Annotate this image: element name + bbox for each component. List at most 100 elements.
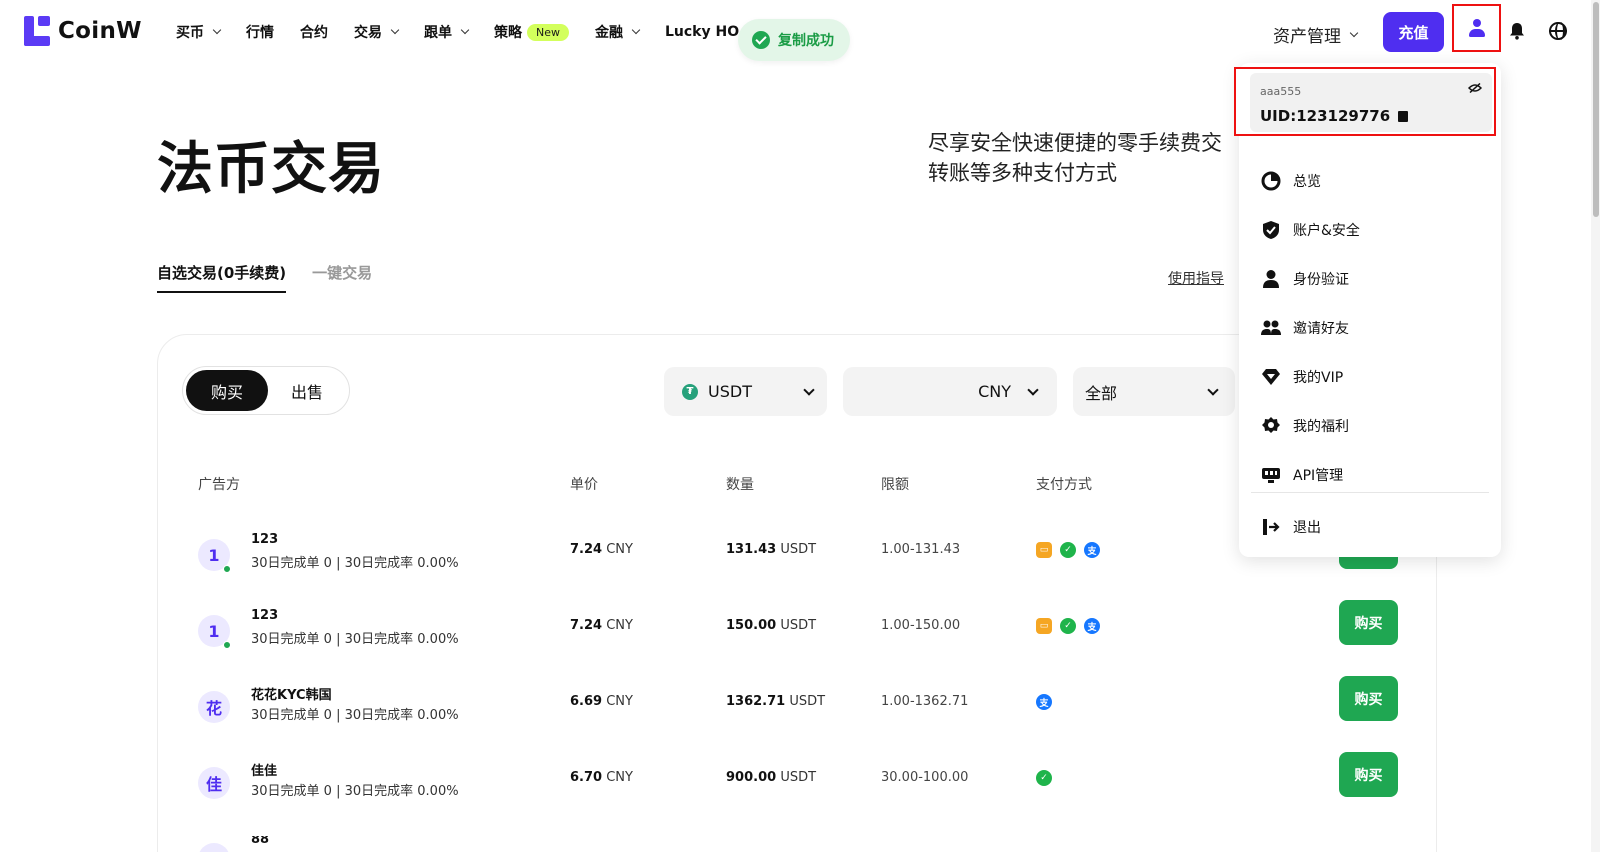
table-row: 1 123 30日完成单 0 | 30日完成率 0.00% 7.24 CNY 1… [198, 600, 1398, 680]
buy-button[interactable]: 购买 [1339, 600, 1398, 645]
coin-select[interactable]: ₮ USDT [664, 367, 827, 416]
usdt-icon: ₮ [682, 383, 698, 400]
wechat-icon: ✓ [1060, 618, 1076, 634]
page-subtitle: 尽享安全快速便捷的零手续费交 转账等多种支付方式 [928, 131, 1222, 185]
menu-item-vip[interactable]: 我的VIP [1261, 352, 1360, 401]
deposit-button[interactable]: 充值 [1383, 12, 1444, 52]
menu-divider [1251, 492, 1489, 493]
quantity-cell: 131.43 USDT [726, 542, 817, 557]
chevron-down-icon [1349, 28, 1359, 37]
nav-item-copy-trade[interactable]: 跟单 [424, 22, 470, 42]
advertiser-name[interactable]: 123 [251, 608, 278, 623]
buy-button[interactable]: 购买 [1339, 752, 1398, 797]
tab-quick-trade[interactable]: 一键交易 [312, 262, 372, 293]
price-cell: 7.24 CNY [570, 542, 633, 557]
alipay-icon: 支 [1084, 618, 1100, 634]
table-row: 8 88 [198, 836, 1398, 852]
advertiser-name[interactable]: 花花KYC韩国 [251, 684, 332, 703]
advertiser-name[interactable]: 123 [251, 532, 278, 547]
eye-off-icon[interactable] [1468, 83, 1482, 93]
limit-cell: 1.00-131.43 [881, 542, 961, 557]
advertiser-name[interactable]: 佳佳 [251, 760, 277, 779]
chevron-down-icon [1027, 383, 1039, 396]
table-row: 花 花花KYC韩国 30日完成单 0 | 30日完成率 0.00% 6.69 C… [198, 676, 1398, 756]
price-cell: 6.69 CNY [570, 694, 633, 709]
avatar: 8 [198, 843, 230, 852]
username: aaa555 [1260, 85, 1302, 98]
limit-cell: 1.00-1362.71 [881, 694, 969, 709]
advertiser-stats: 30日完成单 0 | 30日完成率 0.00% [251, 708, 459, 723]
advertiser-stats: 30日完成单 0 | 30日完成率 0.00% [251, 632, 459, 647]
toast-text: 复制成功 [778, 33, 834, 49]
copy-icon[interactable] [1398, 111, 1409, 122]
copy-success-toast: 复制成功 [738, 19, 850, 61]
menu-item-invite[interactable]: 邀请好友 [1261, 303, 1360, 352]
wechat-icon: ✓ [1060, 542, 1076, 558]
menu-item-identity[interactable]: 身份验证 [1261, 254, 1360, 303]
alipay-icon: 支 [1084, 542, 1100, 558]
diamond-icon [1262, 368, 1280, 385]
user-menu-list: 总览 账户&安全 身份验证 邀请好友 我的VIP 我的福利 API管理 [1261, 156, 1360, 499]
chevron-down-icon [460, 25, 470, 35]
bell-icon[interactable] [1509, 22, 1525, 40]
chevron-down-icon [212, 25, 222, 35]
chevron-down-icon [631, 25, 641, 35]
header-payment: 支付方式 [1036, 477, 1092, 493]
chevron-down-icon [803, 383, 815, 396]
avatar: 花 [198, 691, 230, 723]
payment-methods: ▭ ✓ 支 [1036, 542, 1100, 558]
nav-item-buy-coin[interactable]: 买币 [176, 22, 222, 42]
price-cell: 7.24 CNY [570, 618, 633, 633]
uid-highlight: aaa555 UID:123129776 [1234, 67, 1496, 136]
nav-item-lucky[interactable]: Lucky HO [665, 24, 739, 40]
nav-item-finance[interactable]: 金融 [595, 22, 641, 42]
advertiser-name[interactable]: 88 [251, 836, 269, 847]
buy-button[interactable]: 购买 [1339, 676, 1398, 721]
table-row: 1 123 30日完成单 0 | 30日完成率 0.00% 7.24 CNY 1… [198, 524, 1398, 604]
table-row: 佳 佳佳 30日完成单 0 | 30日完成率 0.00% 6.70 CNY 90… [198, 752, 1398, 832]
main-nav: 买币 行情 合约 交易 跟单 策略 New 金融 Lucky HO [176, 22, 765, 42]
fiat-select[interactable]: CNY [843, 367, 1057, 416]
logout-icon [1263, 519, 1280, 535]
user-account-button[interactable] [1452, 4, 1501, 52]
bank-card-icon: ▭ [1036, 618, 1052, 634]
header-limit: 限额 [881, 477, 909, 493]
logo[interactable]: CoinW [24, 16, 142, 46]
alipay-icon: 支 [1036, 694, 1052, 710]
shield-icon [1263, 220, 1279, 239]
online-indicator [223, 565, 231, 573]
limit-cell: 30.00-100.00 [881, 770, 969, 785]
user-icon [1468, 19, 1485, 37]
buy-toggle[interactable]: 购买 [186, 370, 268, 411]
trade-mode-tabs: 自选交易(0手续费) 一键交易 [157, 262, 372, 293]
nav-item-market[interactable]: 行情 [246, 22, 274, 42]
scrollbar-thumb[interactable] [1593, 2, 1599, 217]
globe-icon[interactable] [1549, 22, 1567, 40]
tab-p2p-trade[interactable]: 自选交易(0手续费) [157, 262, 287, 293]
advertiser-stats: 30日完成单 0 | 30日完成率 0.00% [251, 556, 459, 571]
quantity-cell: 150.00 USDT [726, 618, 817, 633]
top-nav: CoinW 买币 行情 合约 交易 跟单 策略 New 金融 Lucky HO 复… [0, 0, 1600, 66]
nav-item-contract[interactable]: 合约 [300, 22, 328, 42]
check-circle-icon [752, 31, 770, 49]
payment-select[interactable]: 全部 [1073, 367, 1235, 416]
guide-link[interactable]: 使用指导 [1168, 268, 1224, 288]
nav-item-trade[interactable]: 交易 [354, 22, 400, 42]
quantity-cell: 1362.71 USDT [726, 694, 826, 709]
nav-item-strategy[interactable]: 策略 New [494, 22, 569, 42]
advertiser-stats: 30日完成单 0 | 30日完成率 0.00% [251, 784, 459, 799]
header-advertiser: 广告方 [198, 477, 240, 493]
pie-chart-icon [1261, 171, 1281, 190]
price-cell: 6.70 CNY [570, 770, 633, 785]
people-icon [1261, 320, 1281, 335]
header-quantity: 数量 [726, 477, 754, 493]
limit-cell: 1.00-150.00 [881, 618, 961, 633]
menu-item-overview[interactable]: 总览 [1261, 156, 1360, 205]
sell-toggle[interactable]: 出售 [268, 379, 346, 403]
asset-management-menu[interactable]: 资产管理 [1273, 22, 1359, 47]
uid-card: aaa555 UID:123129776 [1250, 73, 1492, 132]
menu-item-account-security[interactable]: 账户&安全 [1261, 205, 1360, 254]
menu-item-welfare[interactable]: 我的福利 [1261, 401, 1360, 450]
payment-methods: 支 [1036, 694, 1052, 710]
menu-item-logout[interactable]: 退出 [1261, 504, 1321, 550]
